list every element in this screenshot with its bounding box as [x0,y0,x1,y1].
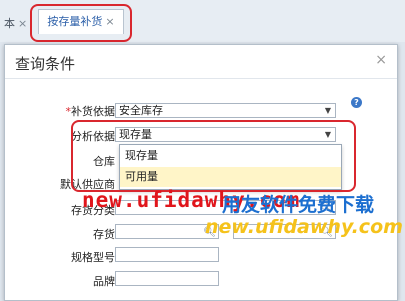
dropdown-highlight-annotation [71,120,356,192]
chevron-down-icon[interactable]: ▼ [325,104,331,117]
tab-previous-label: 本 [4,17,15,30]
replenish-basis-label: *补货依据 [5,103,116,119]
inventory-label: 存货 [93,228,115,241]
brand-label: 品牌 [93,275,115,288]
spec-model-input[interactable] [115,247,219,262]
tab-highlight-annotation [30,4,132,42]
brand-input[interactable] [115,271,219,286]
watermark-slogan: 用友软件免费下载 [222,194,375,216]
spec-model-label: 规格型号 [71,251,115,264]
tab-previous[interactable]: 本 × [0,13,27,35]
divider [5,78,397,79]
inventory-from-input[interactable]: 🔍︎ [115,224,219,239]
replenish-basis-select[interactable]: 安全库存 ▼ [115,103,336,118]
dialog-title: 查询条件 [15,55,76,73]
close-icon[interactable]: × [18,17,27,30]
close-icon[interactable]: × [375,52,387,68]
watermark-url-yellow: new.ufidawhy.com [205,216,403,238]
replenish-basis-value: 安全库存 [119,104,163,117]
help-icon[interactable]: ? [351,97,362,108]
tab-bar: 本 × 按存量补货 × [0,0,405,42]
replenish-basis-label-text: 补货依据 [71,105,115,118]
query-dialog: 查询条件 × ? *补货依据 安全库存 ▼ 分析依据 现存量 ▼ 仓库 默认供应… [4,44,398,301]
